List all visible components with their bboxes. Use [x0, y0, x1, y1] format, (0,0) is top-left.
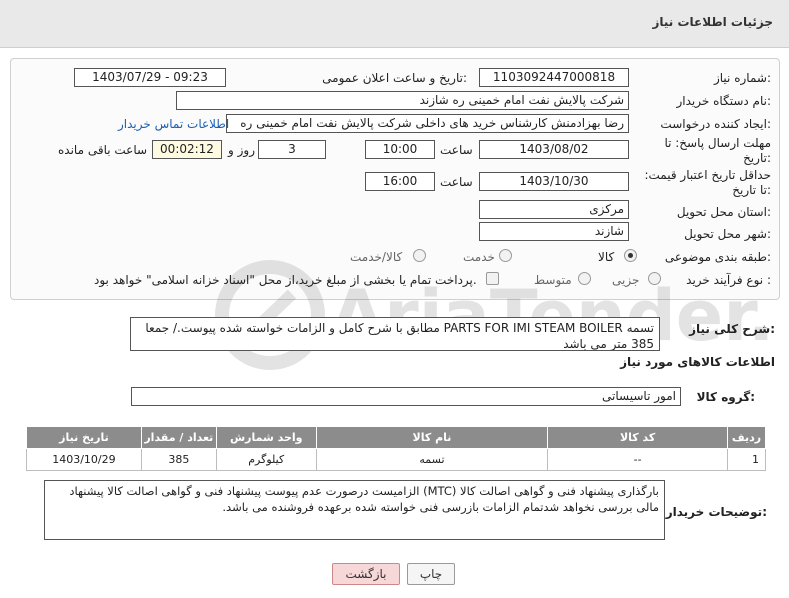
- cell-item-code: --: [547, 448, 728, 471]
- col-header-row: ردیف: [726, 426, 767, 449]
- category-radio-service[interactable]: [499, 249, 512, 262]
- remaining-time-label: ساعت باقی مانده: [58, 143, 148, 157]
- page-header: جزئیات اطلاعات نیاز: [0, 0, 789, 48]
- requester-field: رضا بهزادمنش کارشناس خرید های داخلی شرکت…: [226, 114, 629, 133]
- col-header-item-code: کد کالا: [547, 426, 728, 449]
- col-header-unit: واحد شمارش: [215, 426, 317, 449]
- summary-label: شرح کلی نیاز:: [689, 322, 775, 336]
- city-label: شهر محل تحویل:: [684, 227, 771, 241]
- goods-table: تاریخ نیاز تعداد / مقدار واحد شمارش نام …: [26, 426, 767, 471]
- cell-item-name: تسمه: [315, 448, 549, 471]
- goods-table-header-row: تاریخ نیاز تعداد / مقدار واحد شمارش نام …: [26, 426, 767, 449]
- announce-datetime-field: 1403/07/29 - 09:23: [74, 68, 226, 87]
- treasury-checkbox[interactable]: [486, 272, 499, 285]
- buyer-notes-textarea: بارگذاری پیشنهاد فنی و گواهی اصالت کالا …: [44, 480, 665, 540]
- summary-textarea: تسمه PARTS FOR IMI STEAM BOILER مطابق با…: [130, 317, 660, 351]
- cell-row-number: 1: [726, 448, 767, 471]
- col-header-need-date: تاریخ نیاز: [26, 426, 142, 449]
- price-validity-label: حداقل تاریخ اعتبار قیمت: تا تاریخ:: [644, 168, 771, 197]
- remaining-time-field: 00:02:12: [152, 140, 222, 159]
- purchase-radio-minor[interactable]: [648, 272, 661, 285]
- reply-deadline-time: 10:00: [365, 140, 435, 159]
- city-field: شازند: [479, 222, 629, 241]
- category-option-goods: کالا: [598, 250, 615, 264]
- purchase-radio-medium[interactable]: [578, 272, 591, 285]
- cell-quantity: 385: [140, 448, 217, 471]
- goods-section-title: اطلاعات کالاهای مورد نیاز: [620, 355, 775, 369]
- treasury-checkbox-label: پرداخت تمام یا بخشی از مبلغ خرید،از محل …: [94, 273, 477, 287]
- reply-days-field: 3: [258, 140, 326, 159]
- back-button[interactable]: بازگشت: [332, 563, 400, 585]
- buyer-notes-label: توضیحات خریدار:: [665, 505, 767, 519]
- goods-group-field: امور تاسیساتی: [131, 387, 681, 406]
- buyer-org-field: شرکت پالایش نفت امام خمینی ره شازند: [176, 91, 629, 110]
- category-label: طبقه بندی موضوعی:: [664, 250, 771, 264]
- province-field: مرکزی: [479, 200, 629, 219]
- requester-label: ایجاد کننده درخواست:: [660, 117, 771, 131]
- cell-need-date: 1403/10/29: [26, 448, 142, 471]
- category-option-goods-service: کالا/خدمت: [350, 250, 403, 264]
- price-validity-date: 1403/10/30: [479, 172, 629, 191]
- cell-unit: کیلوگرم: [215, 448, 317, 471]
- col-header-quantity: تعداد / مقدار: [140, 426, 217, 449]
- goods-group-label: گروه کالا:: [696, 390, 755, 404]
- buyer-org-label: نام دستگاه خریدار:: [676, 94, 772, 108]
- category-option-service: خدمت: [463, 250, 495, 264]
- category-radio-goods-service[interactable]: [413, 249, 426, 262]
- purchase-type-label: نوع فرآیند خرید :: [686, 273, 771, 287]
- buyer-contact-link[interactable]: اطلاعات تماس خریدار: [118, 117, 229, 131]
- price-validity-time-label: ساعت: [440, 175, 473, 189]
- purchase-option-minor: جزیی: [612, 273, 640, 287]
- reply-deadline-label: مهلت ارسال پاسخ: تا تاریخ:: [664, 136, 771, 165]
- need-number-field: 1103092447000818: [479, 68, 629, 87]
- reply-deadline-date: 1403/08/02: [479, 140, 629, 159]
- need-number-label: شماره نیاز:: [713, 71, 771, 85]
- province-label: استان محل تحویل:: [676, 205, 771, 219]
- price-validity-time: 16:00: [365, 172, 435, 191]
- announce-datetime-label: تاریخ و ساعت اعلان عمومی:: [322, 71, 467, 85]
- category-radio-goods[interactable]: [624, 249, 637, 262]
- table-row: 1403/10/29 385 کیلوگرم تسمه -- 1: [26, 448, 767, 471]
- col-header-item-name: نام کالا: [315, 426, 549, 449]
- page-title: جزئیات اطلاعات نیاز: [652, 15, 773, 29]
- reply-time-label: ساعت: [440, 143, 473, 157]
- reply-days-label: روز و: [228, 143, 255, 157]
- purchase-option-medium: متوسط: [534, 273, 572, 287]
- print-button[interactable]: چاپ: [407, 563, 455, 585]
